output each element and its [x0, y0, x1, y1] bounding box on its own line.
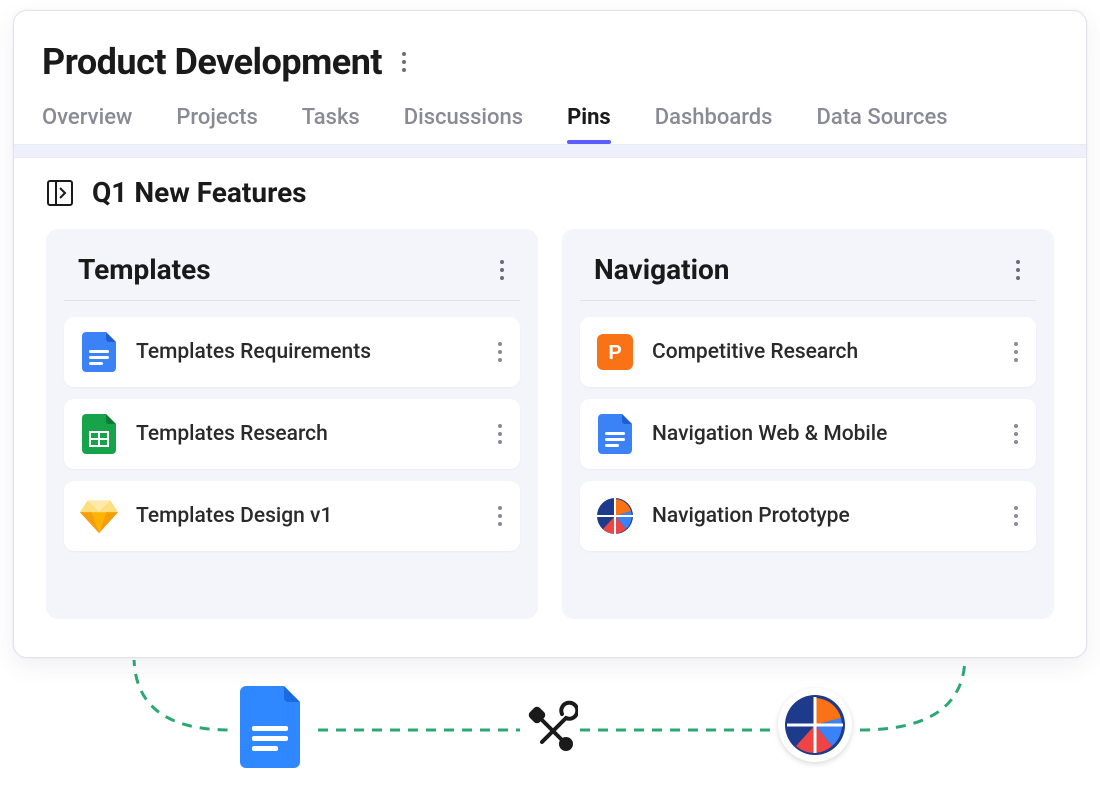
svg-text:P: P: [608, 342, 621, 364]
section-title: Q1 New Features: [92, 176, 307, 209]
google-sheet-icon: [80, 415, 118, 453]
column-header: Templates: [64, 247, 520, 301]
pin-card[interactable]: Templates Requirements: [64, 317, 520, 387]
page-title: Product Development: [42, 41, 382, 83]
pin-card-label: Templates Requirements: [136, 340, 474, 364]
column-menu-button[interactable]: [494, 254, 510, 286]
tab-data-sources[interactable]: Data Sources: [817, 105, 948, 144]
pie-app-icon: [596, 497, 634, 535]
pin-card-label: Templates Research: [136, 422, 474, 446]
title-row: Product Development: [42, 41, 1058, 83]
sketch-icon: [80, 497, 118, 535]
tabs-bar: Overview Projects Tasks Discussions Pins Dash…: [42, 105, 1058, 144]
columns-container: Templates Templates Requirements Templat…: [14, 219, 1086, 643]
cards-list: Templates Requirements Templates Researc…: [64, 317, 520, 551]
pin-card-menu-button[interactable]: [1008, 418, 1024, 450]
pin-card[interactable]: Templates Research: [64, 399, 520, 469]
pie-app-large-icon: [778, 688, 852, 762]
column-title: Navigation: [594, 253, 730, 286]
pin-card-label: Templates Design v1: [136, 504, 474, 528]
column-navigation: Navigation P Competitive Research Naviga…: [562, 229, 1054, 619]
google-doc-large-icon: [236, 690, 310, 764]
pin-card-menu-button[interactable]: [492, 336, 508, 368]
pin-card-menu-button[interactable]: [492, 500, 508, 532]
cards-list: P Competitive Research Navigation Web & …: [580, 317, 1036, 551]
app-window: Product Development Overview Projects Task…: [13, 10, 1087, 658]
tab-overview[interactable]: Overview: [42, 105, 132, 144]
powerpoint-icon: P: [596, 333, 634, 371]
column-title: Templates: [78, 253, 211, 286]
pin-card[interactable]: Templates Design v1: [64, 481, 520, 551]
pin-card-label: Competitive Research: [652, 340, 990, 364]
pin-card[interactable]: Navigation Web & Mobile: [580, 399, 1036, 469]
page-menu-button[interactable]: [396, 46, 412, 78]
pin-card-menu-button[interactable]: [492, 418, 508, 450]
pin-card[interactable]: P Competitive Research: [580, 317, 1036, 387]
pin-card-label: Navigation Prototype: [652, 504, 990, 528]
pin-card-menu-button[interactable]: [1008, 336, 1024, 368]
header: Product Development Overview Projects Task…: [14, 11, 1086, 144]
pin-card-label: Navigation Web & Mobile: [652, 422, 990, 446]
tab-projects[interactable]: Projects: [176, 105, 257, 144]
tab-pins[interactable]: Pins: [567, 105, 611, 144]
tab-dashboards[interactable]: Dashboards: [655, 105, 773, 144]
pin-card-menu-button[interactable]: [1008, 500, 1024, 532]
column-templates: Templates Templates Requirements Templat…: [46, 229, 538, 619]
column-header: Navigation: [580, 247, 1036, 301]
tab-discussions[interactable]: Discussions: [404, 105, 523, 144]
google-doc-icon: [80, 333, 118, 371]
collapse-toggle-icon[interactable]: [46, 179, 74, 207]
section-bar: Q1 New Features: [14, 158, 1086, 219]
tools-icon: [522, 700, 578, 760]
pin-card[interactable]: Navigation Prototype: [580, 481, 1036, 551]
google-doc-icon: [596, 415, 634, 453]
header-divider: [14, 144, 1086, 158]
illustration-strip: [0, 660, 1100, 780]
column-menu-button[interactable]: [1010, 254, 1026, 286]
tab-tasks[interactable]: Tasks: [302, 105, 360, 144]
